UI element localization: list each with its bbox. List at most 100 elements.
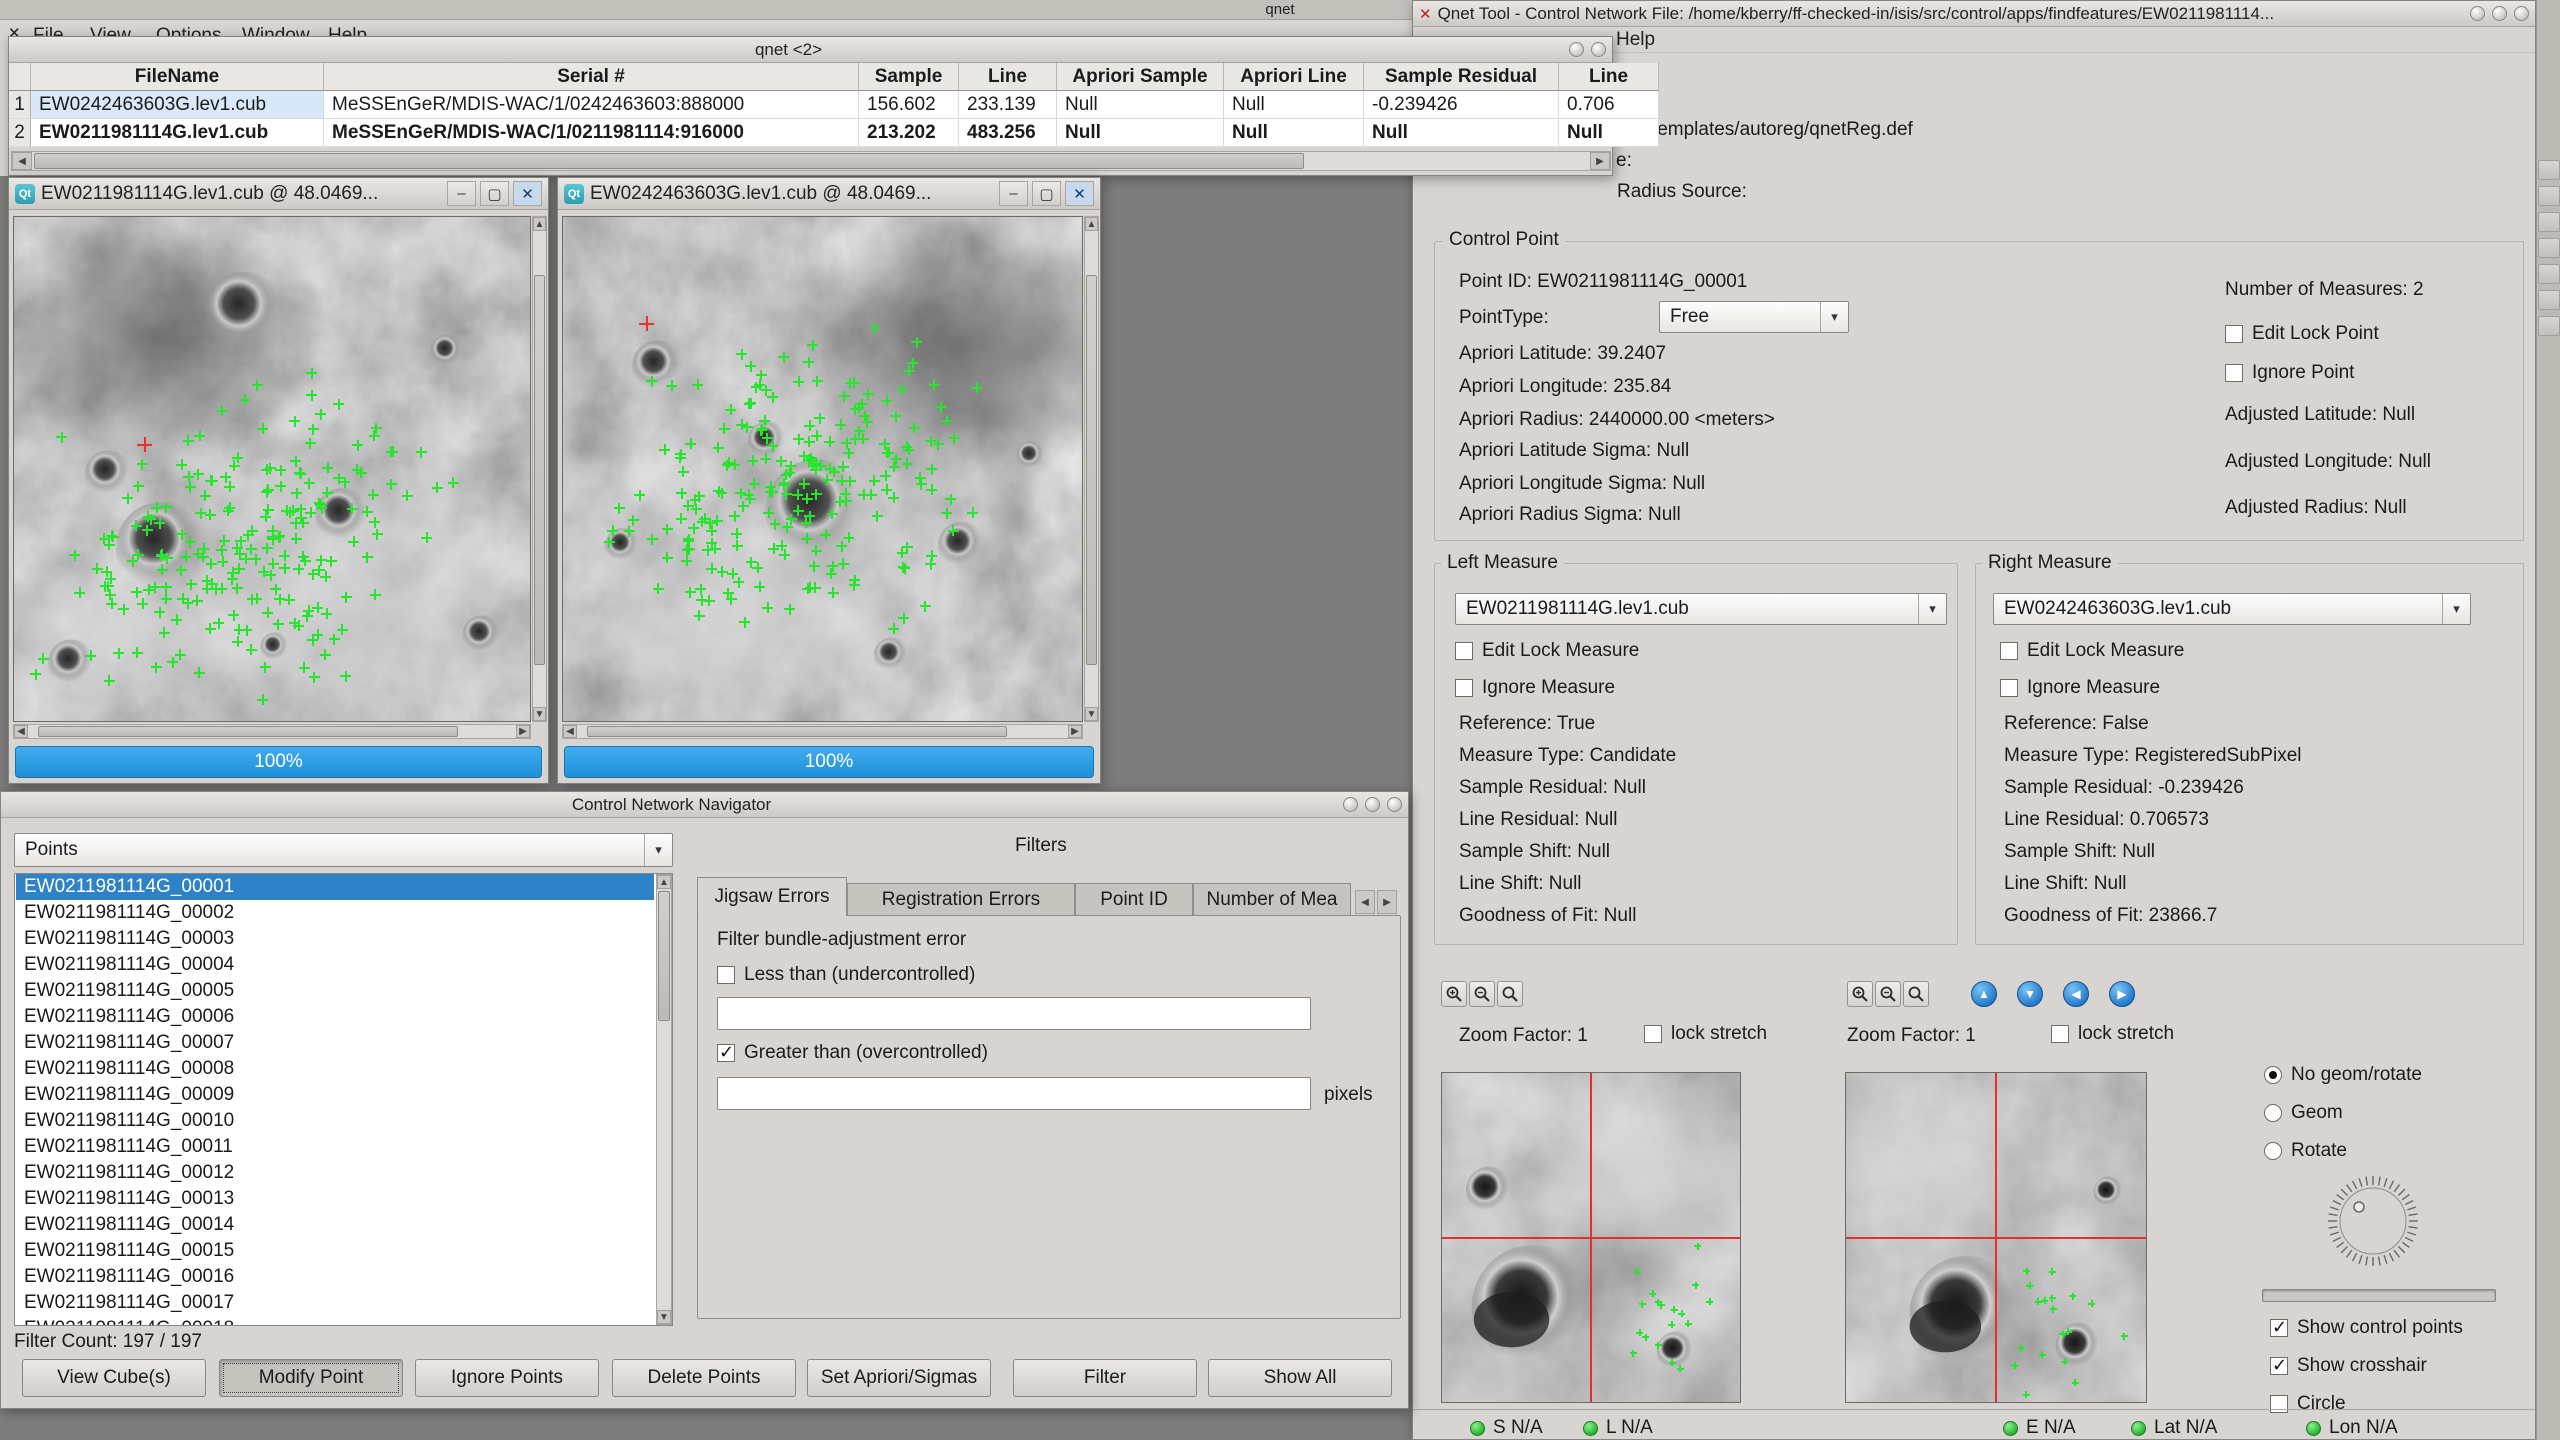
show-all-button[interactable]: Show All bbox=[1208, 1359, 1392, 1397]
list-item[interactable]: EW0211981114G_00010 bbox=[16, 1108, 654, 1134]
cell-serial[interactable]: MeSSEnGeR/MDIS-WAC/1/0242463603:888000 bbox=[324, 91, 859, 119]
rotation-dial[interactable] bbox=[2325, 1173, 2421, 1269]
list-item[interactable]: EW0211981114G_00001 bbox=[16, 874, 654, 900]
zoom-level-button[interactable]: 100% bbox=[15, 746, 542, 778]
menu-help[interactable]: Help bbox=[1616, 29, 1655, 51]
list-item[interactable]: EW0211981114G_00003 bbox=[16, 926, 654, 952]
horizontal-scrollbar[interactable]: ◀ ▶ bbox=[13, 724, 531, 739]
horizontal-scrollbar[interactable]: ◀ ▶ bbox=[11, 151, 1611, 171]
vertical-scrollbar[interactable]: ▲ ▼ bbox=[1084, 216, 1099, 722]
less-than-checkbox[interactable]: Less than (undercontrolled) bbox=[717, 964, 975, 986]
col-serial[interactable]: Serial # bbox=[324, 63, 859, 91]
tab-scroll-left-arrow[interactable]: ◀ bbox=[1355, 890, 1375, 914]
left-ignore-measure-checkbox[interactable]: Ignore Measure bbox=[1455, 677, 1615, 699]
cell-apriori-line[interactable]: Null bbox=[1224, 119, 1364, 147]
list-item[interactable]: EW0211981114G_00007 bbox=[16, 1030, 654, 1056]
cell-line[interactable]: 483.256 bbox=[959, 119, 1057, 147]
list-mode-dropdown[interactable]: Points ▾ bbox=[14, 833, 673, 867]
scroll-up-arrow[interactable]: ▲ bbox=[657, 875, 671, 889]
greater-than-input[interactable] bbox=[717, 1077, 1311, 1110]
close-button[interactable]: ✕ bbox=[513, 181, 542, 206]
list-item[interactable]: EW0211981114G_00009 bbox=[16, 1082, 654, 1108]
scrollbar-thumb[interactable] bbox=[34, 153, 1304, 169]
left-lock-stretch-checkbox[interactable]: lock stretch bbox=[1644, 1023, 1767, 1045]
list-item[interactable]: EW0211981114G_00005 bbox=[16, 978, 654, 1004]
list-item[interactable]: EW0211981114G_00015 bbox=[16, 1238, 654, 1264]
dock-button[interactable] bbox=[2538, 290, 2560, 310]
col-apriori-line[interactable]: Apriori Line bbox=[1224, 63, 1364, 91]
left-measure-cube-dropdown[interactable]: EW0211981114G.lev1.cub ▾ bbox=[1455, 593, 1947, 625]
zoom-out-button-right[interactable] bbox=[1875, 981, 1901, 1007]
radio-geom[interactable]: Geom bbox=[2264, 1102, 2343, 1124]
close-button[interactable] bbox=[1387, 797, 1402, 812]
zoom-out-button[interactable] bbox=[1469, 981, 1495, 1007]
delete-points-button[interactable]: Delete Points bbox=[612, 1359, 796, 1397]
ignore-point-checkbox[interactable]: Ignore Point bbox=[2225, 362, 2354, 384]
list-item[interactable]: EW0211981114G_00013 bbox=[16, 1186, 654, 1212]
viewer-left-titlebar[interactable]: Qt EW0211981114G.lev1.cub @ 48.0469... –… bbox=[9, 178, 548, 210]
left-edit-lock-measure-checkbox[interactable]: Edit Lock Measure bbox=[1455, 640, 1639, 662]
list-item[interactable]: EW0211981114G_00016 bbox=[16, 1264, 654, 1290]
minimize-button[interactable] bbox=[2470, 6, 2485, 21]
zoom-level-button[interactable]: 100% bbox=[564, 746, 1094, 778]
cell-sample-residual[interactable]: Null bbox=[1364, 119, 1559, 147]
scroll-left-arrow[interactable]: ◀ bbox=[12, 152, 32, 170]
scroll-down-arrow[interactable]: ▼ bbox=[657, 1310, 671, 1324]
scrollbar-thumb[interactable] bbox=[658, 891, 670, 1021]
maximize-button[interactable]: ▢ bbox=[1032, 181, 1061, 206]
zoom-in-button-right[interactable] bbox=[1847, 981, 1873, 1007]
pan-left-button[interactable]: ◀ bbox=[2063, 981, 2089, 1007]
scrollbar-thumb[interactable] bbox=[1086, 275, 1097, 665]
dock-button[interactable] bbox=[2538, 212, 2560, 232]
close-button[interactable] bbox=[1591, 42, 1606, 57]
left-measure-chip-view[interactable] bbox=[1441, 1072, 1741, 1403]
col-sample[interactable]: Sample bbox=[859, 63, 959, 91]
navigator-titlebar[interactable]: Control Network Navigator bbox=[1, 792, 1408, 818]
horizontal-scrollbar[interactable]: ◀ ▶ bbox=[562, 724, 1083, 739]
cell-filename[interactable]: EW0211981114G.lev1.cub bbox=[31, 119, 324, 147]
tab-jigsaw-errors[interactable]: Jigsaw Errors bbox=[697, 877, 847, 916]
cube-image-view[interactable] bbox=[562, 216, 1083, 722]
radio-no-geom-rotate[interactable]: No geom/rotate bbox=[2264, 1064, 2422, 1086]
zoom-fit-button[interactable] bbox=[1497, 981, 1523, 1007]
col-line[interactable]: Line bbox=[959, 63, 1057, 91]
vertical-scrollbar[interactable]: ▲ ▼ bbox=[532, 216, 547, 722]
cell-line-residual[interactable]: Null bbox=[1559, 119, 1659, 147]
filter-button[interactable]: Filter bbox=[1013, 1359, 1197, 1397]
cell-sample[interactable]: 156.602 bbox=[859, 91, 959, 119]
scrollbar-thumb[interactable] bbox=[587, 726, 1007, 737]
list-item[interactable]: EW0211981114G_00018 bbox=[16, 1316, 654, 1326]
pan-up-button[interactable]: ▲ bbox=[1971, 981, 1997, 1007]
qnet-tool-titlebar[interactable]: ✕ Qnet Tool - Control Network File: /hom… bbox=[1413, 1, 2535, 27]
rotation-slider[interactable] bbox=[2262, 1289, 2496, 1302]
scroll-right-arrow[interactable]: ▶ bbox=[516, 725, 530, 738]
scrollbar-thumb[interactable] bbox=[38, 726, 458, 737]
right-ignore-measure-checkbox[interactable]: Ignore Measure bbox=[2000, 677, 2160, 699]
scroll-right-arrow[interactable]: ▶ bbox=[1068, 725, 1082, 738]
col-line-residual[interactable]: Line bbox=[1559, 63, 1659, 91]
cell-line[interactable]: 233.139 bbox=[959, 91, 1057, 119]
cell-apriori-line[interactable]: Null bbox=[1224, 91, 1364, 119]
shade-button[interactable] bbox=[1569, 42, 1584, 57]
cell-filename[interactable]: EW0242463603G.lev1.cub bbox=[31, 91, 324, 119]
cell-apriori-sample[interactable]: Null bbox=[1057, 119, 1224, 147]
cube-image-view[interactable] bbox=[13, 216, 531, 722]
col-sample-residual[interactable]: Sample Residual bbox=[1364, 63, 1559, 91]
radio-rotate[interactable]: Rotate bbox=[2264, 1140, 2347, 1162]
show-crosshair-checkbox[interactable]: Show crosshair bbox=[2270, 1355, 2427, 1377]
right-measure-cube-dropdown[interactable]: EW0242463603G.lev1.cub ▾ bbox=[1993, 593, 2471, 625]
list-item[interactable]: EW0211981114G_00002 bbox=[16, 900, 654, 926]
dock-button[interactable] bbox=[2538, 264, 2560, 284]
zoom-in-button[interactable] bbox=[1441, 981, 1467, 1007]
pan-down-button[interactable]: ▼ bbox=[2017, 981, 2043, 1007]
scroll-up-arrow[interactable]: ▲ bbox=[533, 217, 546, 231]
ignore-points-button[interactable]: Ignore Points bbox=[415, 1359, 599, 1397]
point-type-dropdown[interactable]: Free ▾ bbox=[1659, 301, 1849, 333]
list-item[interactable]: EW0211981114G_00014 bbox=[16, 1212, 654, 1238]
list-item[interactable]: EW0211981114G_00011 bbox=[16, 1134, 654, 1160]
edit-lock-point-checkbox[interactable]: Edit Lock Point bbox=[2225, 323, 2379, 345]
col-filename[interactable]: FileName bbox=[31, 63, 324, 91]
view-cubes-button[interactable]: View Cube(s) bbox=[22, 1359, 206, 1397]
tab-registration-errors[interactable]: Registration Errors bbox=[847, 883, 1075, 916]
cell-sample-residual[interactable]: -0.239426 bbox=[1364, 91, 1559, 119]
